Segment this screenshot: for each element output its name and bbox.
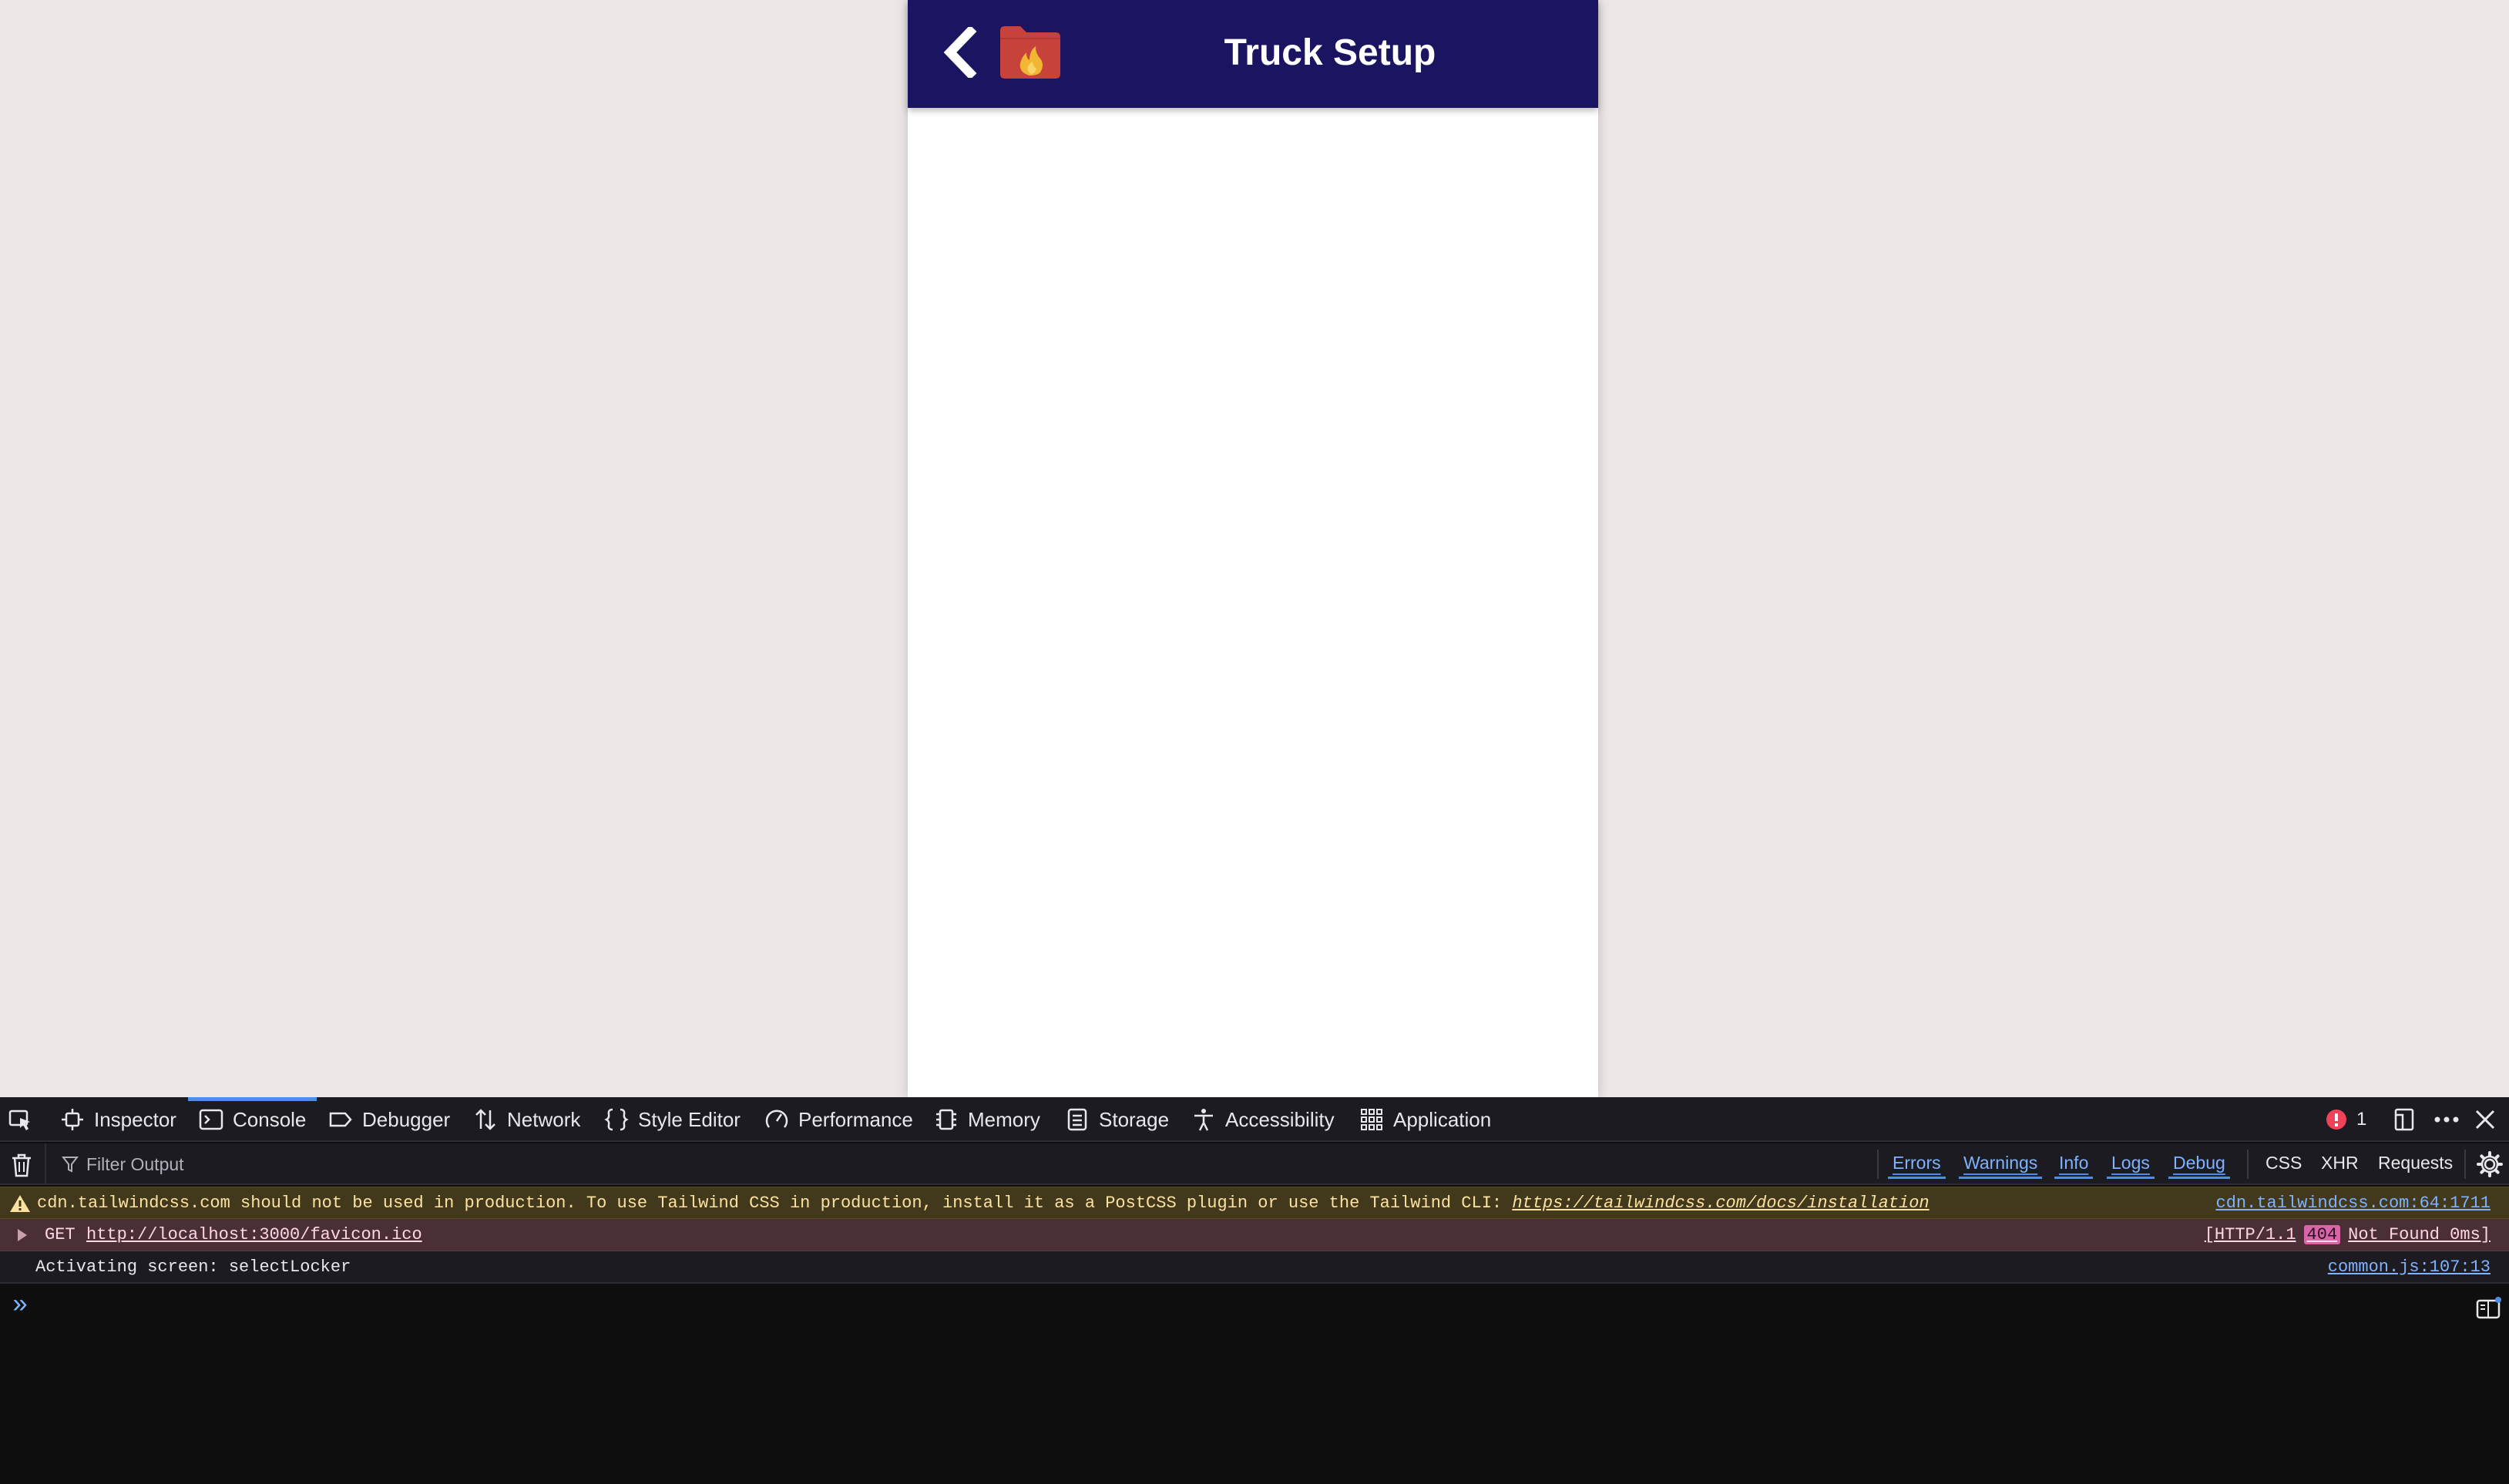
error-icon: [2326, 1110, 2346, 1130]
tab-network[interactable]: Network: [473, 1097, 580, 1142]
filter-output-input[interactable]: Filter Output: [45, 1143, 276, 1185]
filter-xhr[interactable]: XHR: [2321, 1153, 2359, 1179]
filter-warnings[interactable]: Warnings: [1959, 1153, 2043, 1179]
divider: [2464, 1150, 2466, 1179]
accessibility-icon: [1194, 1109, 1213, 1131]
more-options-button[interactable]: [2433, 1097, 2460, 1142]
tab-label: Style Editor: [638, 1107, 741, 1131]
folder-flame-icon: [999, 25, 1062, 79]
devtools-panel: Inspector Console Debugger Network Style…: [0, 1097, 2509, 1484]
console-message-log: Activating screen: selectLocker common.j…: [0, 1251, 2509, 1284]
status-prefix: [HTTP/1.1: [2204, 1225, 2296, 1244]
error-count-badge[interactable]: 1: [2326, 1097, 2366, 1142]
console-settings-button[interactable]: [2477, 1151, 2503, 1181]
page-title: Truck Setup: [1224, 32, 1436, 73]
element-picker-button[interactable]: [8, 1097, 32, 1142]
console-message-error: GET http://localhost:3000/favicon.ico [H…: [0, 1219, 2509, 1251]
inspector-icon: [62, 1109, 83, 1130]
tab-inspector[interactable]: Inspector: [60, 1097, 176, 1142]
dock-side-icon: [2394, 1108, 2414, 1131]
tab-accessibility[interactable]: Accessibility: [1191, 1097, 1335, 1142]
tab-memory[interactable]: Memory: [934, 1097, 1040, 1142]
status-code-badge: 404: [2303, 1225, 2341, 1244]
tab-performance[interactable]: Performance: [764, 1097, 913, 1142]
back-button[interactable]: [937, 23, 983, 82]
storage-icon: [1067, 1108, 1087, 1131]
divider: [2247, 1150, 2249, 1179]
tab-label: Performance: [798, 1107, 913, 1131]
prompt-icon: »: [12, 1291, 29, 1321]
tab-label: Inspector: [94, 1107, 176, 1131]
warning-link[interactable]: https://tailwindcss.com/docs/installatio…: [1512, 1194, 1929, 1213]
warning-icon: [10, 1195, 30, 1212]
filter-info[interactable]: Info: [2054, 1153, 2094, 1179]
performance-icon: [765, 1110, 788, 1128]
filter-errors[interactable]: Errors: [1888, 1153, 1946, 1179]
expand-arrow-icon[interactable]: [15, 1227, 29, 1243]
filter-css[interactable]: CSS: [2265, 1153, 2302, 1179]
warning-source-link[interactable]: cdn.tailwindcss.com:64:1711: [2216, 1194, 2491, 1213]
trash-icon: [12, 1153, 31, 1177]
console-icon: [199, 1109, 223, 1130]
tab-style-editor[interactable]: Style Editor: [604, 1097, 741, 1142]
filter-requests[interactable]: Requests: [2378, 1153, 2453, 1179]
warning-message: cdn.tailwindcss.com should not be used i…: [37, 1193, 1513, 1213]
more-options-icon: [2434, 1116, 2459, 1123]
status-suffix: Not Found 0ms]: [2348, 1225, 2491, 1244]
clear-console-button[interactable]: [11, 1153, 32, 1181]
page-viewport: Truck Setup: [0, 0, 2509, 1097]
network-icon: [475, 1109, 495, 1130]
app-frame: Truck Setup: [908, 0, 1598, 1097]
memory-icon: [936, 1109, 956, 1130]
tab-label: Application: [1393, 1107, 1492, 1131]
tab-label: Memory: [968, 1107, 1040, 1131]
request-status[interactable]: [HTTP/1.1 404 Not Found 0ms]: [2205, 1225, 2491, 1244]
filter-placeholder: Filter Output: [86, 1153, 184, 1174]
request-url[interactable]: http://localhost:3000/favicon.ico: [86, 1225, 422, 1244]
chevron-left-icon: [943, 27, 977, 78]
filter-logs[interactable]: Logs: [2107, 1153, 2155, 1179]
devtools-toolbar: Inspector Console Debugger Network Style…: [0, 1097, 2509, 1142]
application-icon: [1361, 1109, 1382, 1130]
console-message-warning: cdn.tailwindcss.com should not be used i…: [0, 1187, 2509, 1219]
filter-debug[interactable]: Debug: [2168, 1153, 2230, 1179]
dock-side-button[interactable]: [2392, 1097, 2417, 1142]
tab-label: Network: [507, 1107, 581, 1131]
console-filter-bar: Filter Output Errors Warnings Info Logs …: [0, 1143, 2509, 1185]
tab-label: Debugger: [362, 1107, 451, 1131]
tab-label: Accessibility: [1225, 1107, 1335, 1131]
close-devtools-button[interactable]: [2474, 1097, 2497, 1142]
tab-console[interactable]: Console: [187, 1097, 317, 1142]
split-editor-icon[interactable]: [2475, 1296, 2501, 1321]
request-method: GET: [45, 1225, 76, 1244]
style-editor-icon: [604, 1108, 629, 1131]
tab-storage[interactable]: Storage: [1065, 1097, 1169, 1142]
log-text: Activating screen: selectLocker: [35, 1257, 351, 1277]
error-count: 1: [2356, 1109, 2367, 1130]
filter-icon: [62, 1157, 79, 1173]
tab-label: Storage: [1099, 1107, 1170, 1131]
gear-icon: [2477, 1151, 2503, 1177]
app-header: Truck Setup: [908, 0, 1598, 108]
warning-text: cdn.tailwindcss.com should not be used i…: [37, 1194, 1930, 1213]
log-source-link[interactable]: common.js:107:13: [2328, 1257, 2491, 1277]
debugger-icon: [329, 1112, 352, 1127]
console-input[interactable]: »: [0, 1287, 2509, 1484]
tab-application[interactable]: Application: [1359, 1097, 1491, 1142]
tab-debugger[interactable]: Debugger: [328, 1097, 450, 1142]
element-picker-icon: [8, 1110, 30, 1130]
close-icon: [2475, 1110, 2495, 1130]
tab-label: Console: [233, 1107, 307, 1131]
divider: [1877, 1150, 1879, 1179]
